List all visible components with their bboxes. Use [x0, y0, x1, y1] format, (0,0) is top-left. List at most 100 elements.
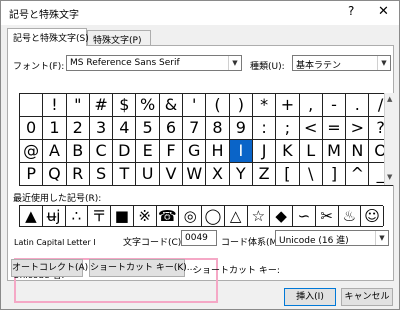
recent-symbol-cell[interactable]: ∴: [66, 206, 89, 226]
close-button[interactable]: ✕: [378, 4, 389, 19]
char-cell[interactable]: S: [89, 163, 114, 186]
recent-symbol-cell[interactable]: ✂: [316, 206, 339, 226]
char-cell[interactable]: L: [299, 140, 323, 163]
scroll-up-icon[interactable]: ▲: [387, 95, 392, 103]
char-cell[interactable]: >: [346, 117, 370, 140]
recent-symbol-cell[interactable]: ▲: [20, 206, 43, 226]
char-code-label: 文字コード(C):: [123, 238, 185, 248]
char-cell[interactable]: Z: [252, 163, 277, 186]
tab-special-characters[interactable]: 特殊文字(P): [87, 30, 151, 46]
recent-label: 最近使用した記号(R):: [13, 194, 102, 204]
char-cell[interactable]: R: [66, 163, 90, 186]
recent-symbol-cell[interactable]: ♨: [339, 206, 362, 226]
char-cell[interactable]: ": [66, 94, 90, 117]
subset-label: 種類(U):: [250, 62, 285, 72]
tab-symbols[interactable]: 記号と特殊文字(S): [7, 28, 89, 46]
char-cell[interactable]: P: [20, 163, 44, 186]
char-cell[interactable]: H: [206, 140, 230, 163]
char-cell[interactable]: D: [113, 140, 137, 163]
recent-symbol-cell[interactable]: ☆: [248, 206, 271, 226]
char-cell[interactable]: [20, 94, 44, 117]
char-cell[interactable]: Y: [229, 163, 253, 186]
char-cell[interactable]: ,: [299, 94, 323, 117]
font-label: フォント(F):: [13, 62, 65, 72]
char-cell[interactable]: Q: [43, 163, 67, 186]
char-cell[interactable]: ;: [276, 117, 300, 140]
char-cell[interactable]: \: [299, 163, 323, 186]
char-cell[interactable]: W: [183, 163, 207, 186]
char-cell[interactable]: $: [113, 94, 137, 117]
char-cell[interactable]: -: [322, 94, 347, 117]
char-cell[interactable]: F: [159, 140, 184, 163]
code-system-select[interactable]: Unicode (16 進) ▼: [275, 230, 389, 246]
char-cell[interactable]: ]: [322, 163, 347, 186]
char-cell[interactable]: (: [206, 94, 230, 117]
char-cell[interactable]: %: [136, 94, 160, 117]
char-cell[interactable]: 3: [89, 117, 114, 140]
char-cell[interactable]: !: [43, 94, 67, 117]
character-grid[interactable]: ! " # $% & '() * +, -./0 1 2 3 4 5 6 7 8 9:; < = >? @ A B C D E F G H…: [19, 93, 393, 186]
recent-symbol-cell[interactable]: △: [225, 206, 248, 226]
char-cell[interactable]: 0: [20, 117, 44, 140]
char-cell[interactable]: ): [229, 94, 253, 117]
recent-symbol-cell[interactable]: ☺: [361, 206, 384, 226]
char-code-input[interactable]: 0049: [181, 230, 217, 246]
char-cell[interactable]: ^: [346, 163, 370, 186]
char-cell[interactable]: 5: [136, 117, 160, 140]
recent-symbol-cell[interactable]: ■: [111, 206, 134, 226]
recent-symbol-cell[interactable]: ☎: [157, 206, 180, 226]
grid-scrollbar[interactable]: ▲ ▼: [384, 93, 395, 185]
char-cell[interactable]: &: [159, 94, 184, 117]
char-cell[interactable]: E: [136, 140, 160, 163]
char-cell[interactable]: 2: [66, 117, 90, 140]
char-cell[interactable]: U: [136, 163, 160, 186]
char-cell[interactable]: T: [113, 163, 137, 186]
char-cell[interactable]: +: [276, 94, 300, 117]
char-cell[interactable]: X: [206, 163, 230, 186]
autocorrect-button[interactable]: オートコレクト(A)...: [11, 259, 97, 277]
char-cell[interactable]: @: [20, 140, 44, 163]
shortcut-key-button[interactable]: ショートカット キー(K)...: [89, 259, 195, 277]
char-cell[interactable]: C: [89, 140, 114, 163]
font-select[interactable]: MS Reference Sans Serif ▼: [66, 55, 242, 71]
char-cell[interactable]: A: [43, 140, 67, 163]
char-cell[interactable]: K: [276, 140, 300, 163]
char-cell[interactable]: 7: [183, 117, 207, 140]
font-select-value: MS Reference Sans Serif: [70, 58, 180, 68]
char-cell[interactable]: 6: [159, 117, 184, 140]
recent-symbols[interactable]: ▲ ʉj ∴ 〒 ■ ※ ☎ ◎ ◯ △ ☆ ◆ ∽ ✂ ♨ ☺: [19, 205, 384, 227]
char-cell[interactable]: M: [322, 140, 347, 163]
recent-symbol-cell[interactable]: ∽: [293, 206, 316, 226]
char-code-value: 0049: [185, 233, 208, 243]
char-cell[interactable]: G: [183, 140, 207, 163]
recent-symbol-cell[interactable]: ʉj: [43, 206, 66, 226]
recent-symbol-cell[interactable]: ※: [134, 206, 157, 226]
subset-select[interactable]: 基本ラテン ▼: [292, 55, 391, 71]
char-cell[interactable]: 8: [206, 117, 230, 140]
char-cell[interactable]: <: [299, 117, 323, 140]
recent-symbol-cell[interactable]: 〒: [88, 206, 111, 226]
char-cell[interactable]: [: [276, 163, 300, 186]
scroll-down-icon[interactable]: ▼: [387, 173, 392, 181]
char-cell[interactable]: 4: [113, 117, 137, 140]
recent-symbol-cell[interactable]: ◆: [270, 206, 293, 226]
char-cell[interactable]: J: [252, 140, 277, 163]
char-cell[interactable]: I: [229, 140, 253, 163]
help-button[interactable]: ?: [348, 4, 354, 18]
char-cell[interactable]: =: [322, 117, 347, 140]
char-cell[interactable]: B: [66, 140, 90, 163]
cancel-button[interactable]: キャンセル: [341, 288, 393, 306]
char-cell[interactable]: 9: [229, 117, 253, 140]
char-cell[interactable]: *: [252, 94, 277, 117]
char-cell[interactable]: #: [89, 94, 114, 117]
recent-symbol-cell[interactable]: ◯: [202, 206, 225, 226]
char-cell[interactable]: 1: [43, 117, 67, 140]
insert-button[interactable]: 挿入(I): [284, 288, 336, 306]
chevron-down-icon: ▼: [228, 56, 241, 70]
recent-symbol-cell[interactable]: ◎: [179, 206, 202, 226]
char-cell[interactable]: ': [183, 94, 207, 117]
char-cell[interactable]: N: [346, 140, 370, 163]
char-cell[interactable]: V: [159, 163, 184, 186]
char-cell[interactable]: .: [346, 94, 370, 117]
char-cell[interactable]: :: [252, 117, 277, 140]
